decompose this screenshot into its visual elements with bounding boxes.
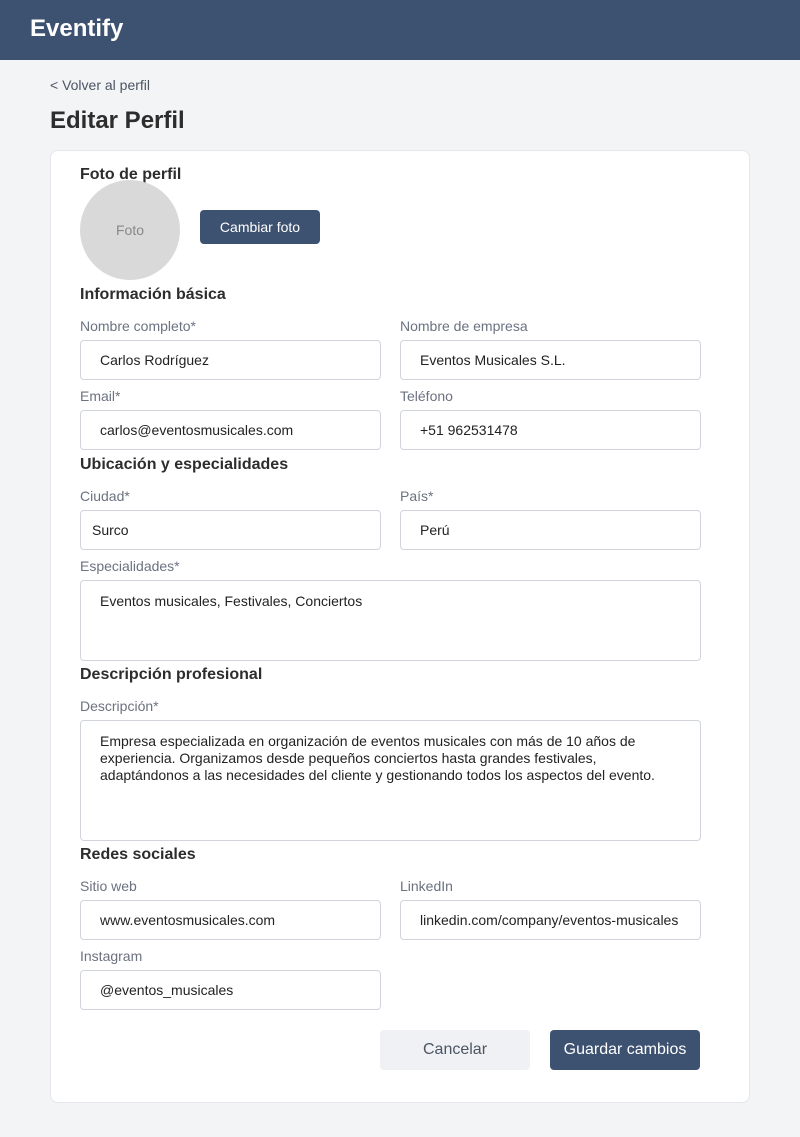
specialties-label: Especialidades*	[80, 558, 180, 574]
city-label: Ciudad*	[80, 488, 130, 504]
city-input[interactable]	[80, 510, 381, 550]
back-to-profile-link[interactable]: < Volver al perfil	[50, 76, 150, 94]
instagram-label: Instagram	[80, 948, 143, 964]
avatar-placeholder-text: Foto	[115, 222, 144, 238]
avatar-placeholder: Foto	[80, 180, 180, 280]
change-photo-button[interactable]: Cambiar foto	[200, 210, 320, 244]
edit-profile-form: Foto de perfil Foto Cambiar foto Informa…	[50, 150, 750, 1103]
page-title: Editar Perfil	[50, 107, 185, 134]
country-input[interactable]	[400, 510, 701, 550]
company-name-label: Nombre de empresa	[400, 318, 528, 334]
specialties-textarea[interactable]: Eventos musicales, Festivales, Concierto…	[80, 580, 701, 661]
section-title-location: Ubicación y especialidades	[80, 456, 289, 473]
full-name-label: Nombre completo*	[80, 318, 196, 334]
brand-logo[interactable]: Eventify	[30, 14, 123, 44]
email-input[interactable]	[80, 410, 381, 450]
save-changes-button[interactable]: Guardar cambios	[550, 1030, 700, 1070]
website-input[interactable]	[80, 900, 381, 940]
email-label: Email*	[80, 388, 121, 404]
cancel-button[interactable]: Cancelar	[380, 1030, 530, 1070]
linkedin-input[interactable]	[400, 900, 701, 940]
section-title-description: Descripción profesional	[80, 666, 263, 683]
section-title-basic-info: Información básica	[80, 286, 226, 303]
full-name-input[interactable]	[80, 340, 381, 380]
company-name-input[interactable]	[400, 340, 701, 380]
phone-input[interactable]	[400, 410, 701, 450]
section-title-social: Redes sociales	[80, 846, 196, 863]
country-label: País*	[400, 488, 434, 504]
linkedin-label: LinkedIn	[400, 878, 453, 894]
top-navbar: Eventify	[0, 0, 800, 60]
phone-label: Teléfono	[400, 388, 453, 404]
description-textarea[interactable]: Empresa especializada en organización de…	[80, 720, 701, 841]
description-label: Descripción*	[80, 698, 159, 714]
website-label: Sitio web	[80, 878, 137, 894]
instagram-input[interactable]	[80, 970, 381, 1010]
